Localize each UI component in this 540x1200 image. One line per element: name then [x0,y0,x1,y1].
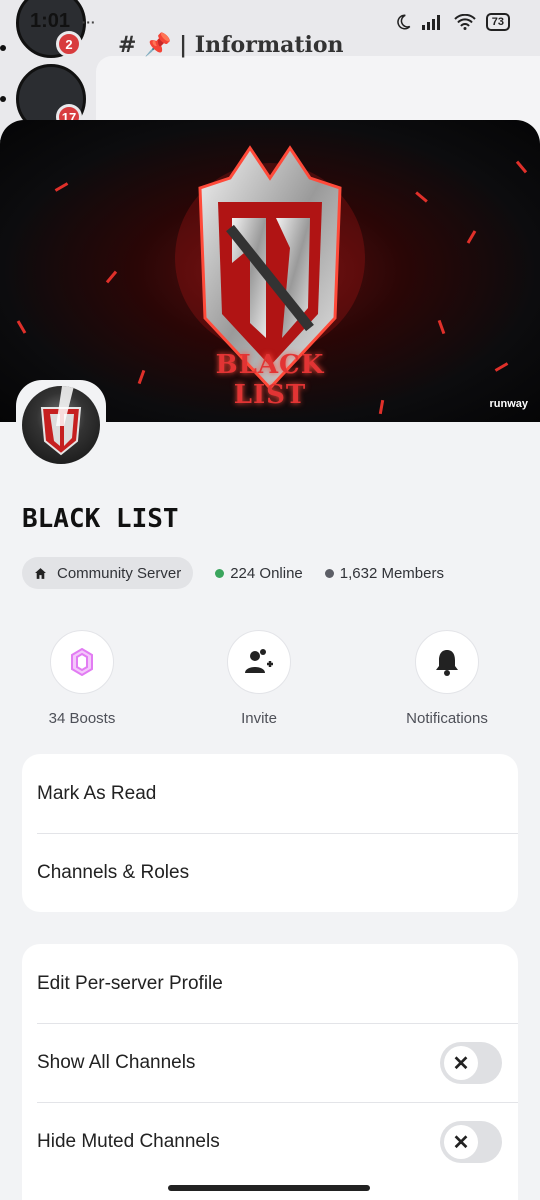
boosts-label: 34 Boosts [48,710,116,727]
notifications-circle[interactable] [415,630,479,694]
members-status-icon [324,568,334,578]
mark-as-read-item[interactable]: Mark As Read [22,754,518,833]
status-bar: 1:01 ··· 73 [0,0,540,46]
notifications-label: Notifications [406,710,488,727]
online-count-label: 224 Online [230,564,303,582]
channels-roles-item[interactable]: Channels & Roles [22,833,518,912]
add-user-icon [245,649,273,673]
member-count-label: 1,632 Members [339,564,444,582]
toggle-off-icon: ✕ [444,1046,478,1080]
show-all-channels-item[interactable]: Show All Channels ✕ [22,1023,518,1102]
server-meta: Community Server 224 Online 1,632 Member… [22,557,444,589]
moon-icon [397,14,411,30]
server-banner: BLACK LIST runway [0,120,540,422]
toggle-off-icon: ✕ [444,1125,478,1159]
hide-muted-channels-toggle[interactable]: ✕ [440,1121,502,1163]
status-icons: 73 [394,13,510,31]
online-status-icon [215,568,225,578]
notifications-button[interactable]: Notifications [387,630,507,727]
server-type-chip: Community Server [22,557,194,589]
show-all-channels-label: Show All Channels [37,1051,196,1073]
boost-gem-icon [71,648,93,676]
member-count: 1,632 Members [324,564,444,582]
server-avatar-logo [40,386,82,456]
wifi-icon [454,14,476,30]
unread-indicator [0,96,6,102]
boosts-circle[interactable] [50,630,114,694]
channels-roles-label: Channels & Roles [37,861,190,883]
banner-watermark: runway [489,398,528,410]
boosts-button[interactable]: 34 Boosts [22,630,142,727]
battery-indicator: 73 [485,13,510,31]
signal-icon [421,15,440,30]
home-indicator[interactable] [168,1185,370,1191]
edit-server-profile-label: Edit Per-server Profile [37,972,223,994]
hide-muted-channels-item[interactable]: Hide Muted Channels ✕ [22,1102,518,1181]
invite-label: Invite [241,710,277,727]
more-notifications-icon: ··· [81,14,96,30]
edit-server-profile-item[interactable]: Edit Per-server Profile [22,944,518,1023]
banner-logo-text: BLACK LIST [215,350,325,410]
hide-muted-channels-label: Hide Muted Channels [37,1130,220,1152]
status-time: 1:01 ··· [30,10,96,33]
server-avatar-frame [16,380,106,470]
server-actions: 34 Boosts Invite Notifications [0,630,540,730]
server-avatar [22,386,100,464]
bell-icon [436,650,458,676]
invite-circle[interactable] [227,630,291,694]
menu-card-secondary: Edit Per-server Profile Show All Channel… [22,944,518,1200]
home-icon [35,567,46,579]
invite-button[interactable]: Invite [199,630,319,727]
mark-as-read-label: Mark As Read [37,782,157,804]
clock: 1:01 [30,10,71,32]
server-name: BLACK LIST [22,504,179,534]
online-count: 224 Online [215,565,303,582]
server-info-sheet: BLACK LIST runway BLACK LIST Community S… [0,120,540,1200]
menu-card-primary: Mark As Read Channels & Roles [22,754,518,912]
server-type-label: Community Server [57,564,182,582]
show-all-channels-toggle[interactable]: ✕ [440,1042,502,1084]
